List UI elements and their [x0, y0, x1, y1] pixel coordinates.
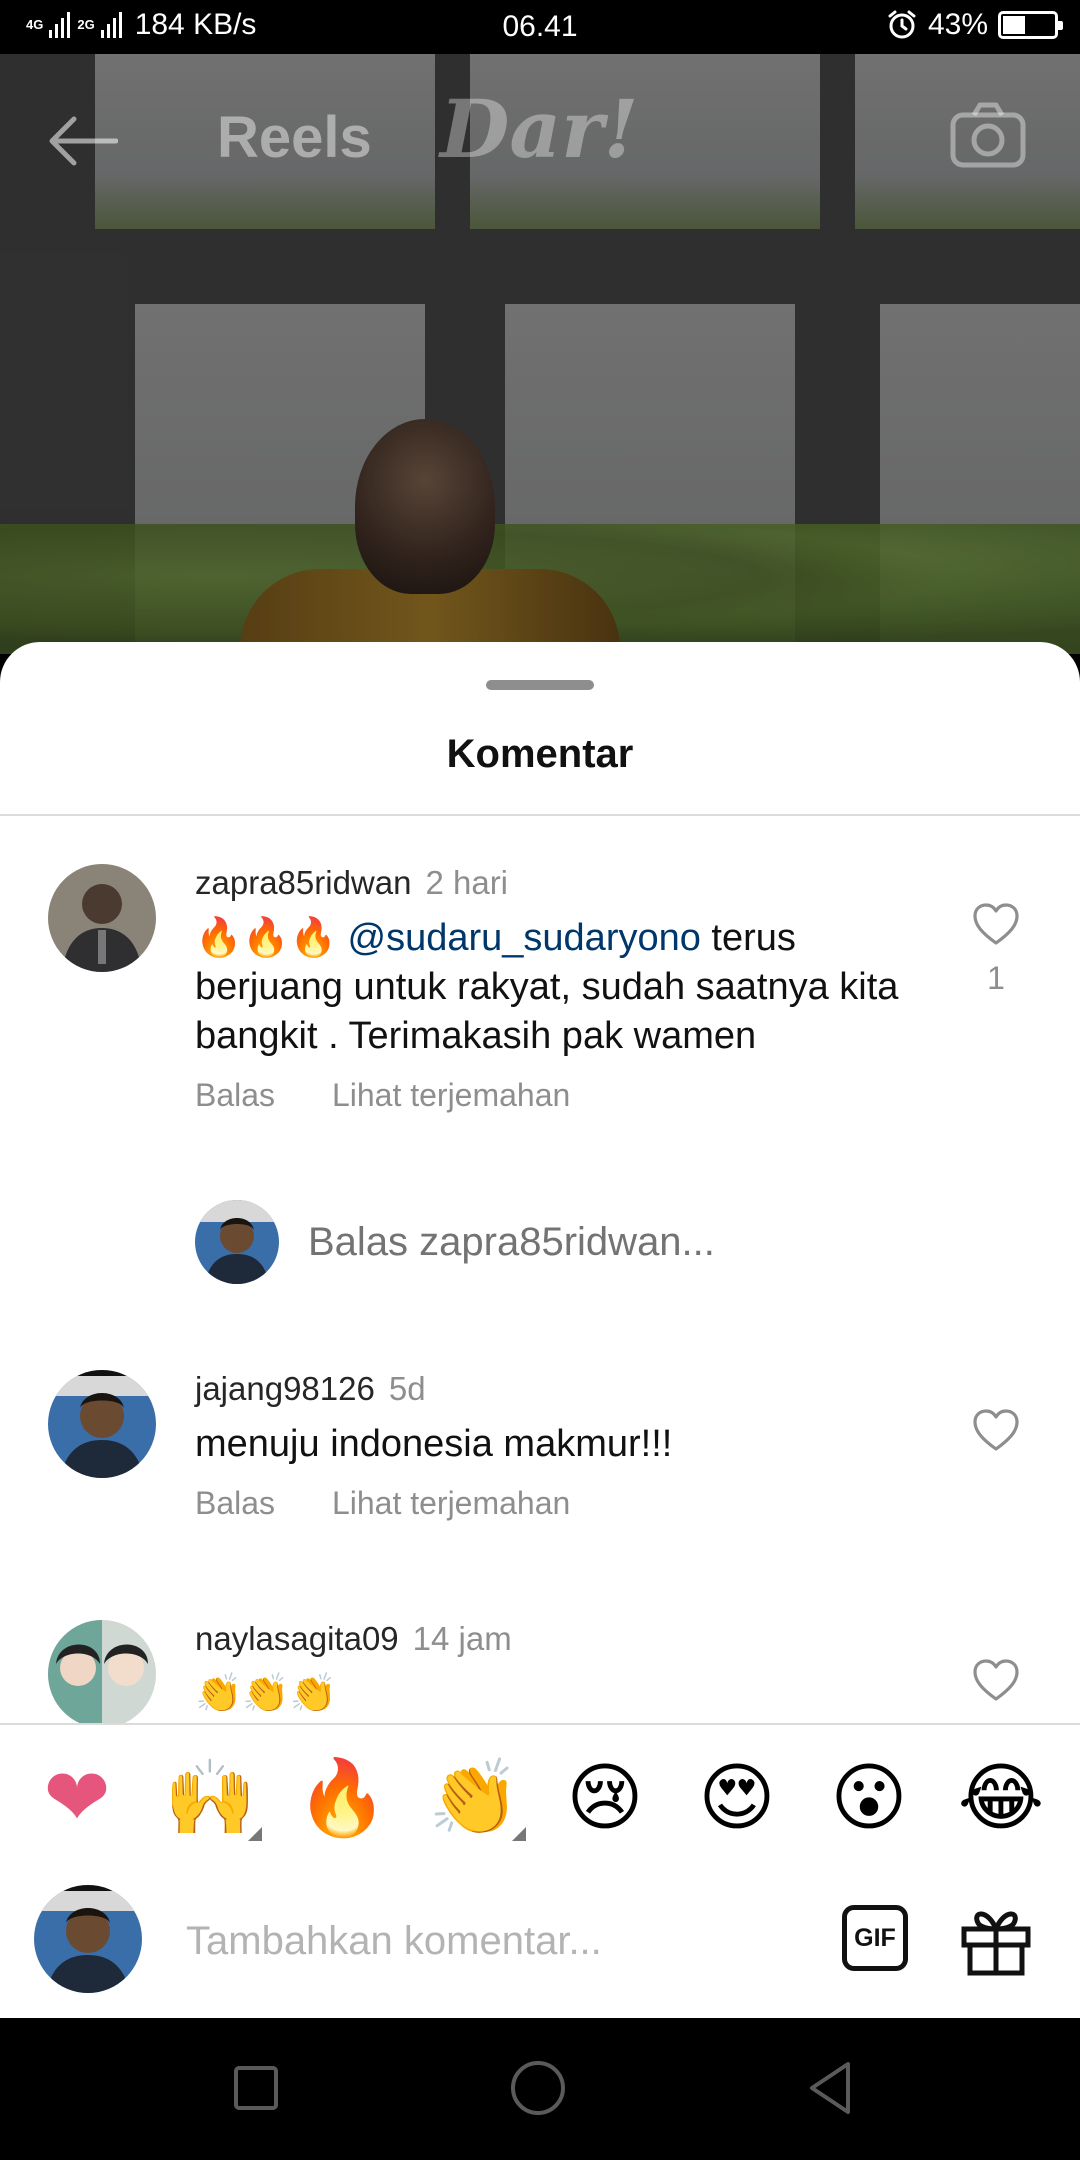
battery-percent: 43% — [927, 8, 988, 41]
camera-icon[interactable] — [950, 102, 1026, 168]
avatar-image — [48, 864, 156, 972]
triangle-back-icon[interactable] — [800, 2058, 860, 2118]
comment-username[interactable]: jajang98126 — [195, 1370, 375, 1407]
circle-home-icon[interactable] — [508, 2058, 568, 2118]
like-column — [965, 1658, 1027, 1716]
video-watermark: Dar! — [440, 82, 639, 176]
heart-outline-icon[interactable] — [972, 1658, 1020, 1702]
emoji-heart[interactable]: ❤ — [32, 1753, 122, 1843]
emoji-quick-bar: ❤ 🙌 🔥 👏 😢 😍 😮 😂 — [0, 1725, 1080, 1875]
emoji-fire[interactable]: 🔥 — [296, 1753, 388, 1843]
battery-level — [1003, 16, 1025, 34]
status-right: 43% — [886, 8, 1063, 42]
comment-body: zapra85ridwan 2 hari 🔥🔥🔥 @sudaru_sudaryon… — [195, 864, 915, 1114]
avatar — [34, 1885, 142, 1993]
reply-button[interactable]: Balas — [195, 1077, 275, 1113]
avatar[interactable] — [48, 1620, 156, 1728]
comment-emoji: 🔥🔥🔥 — [195, 917, 337, 959]
emoji-surprised[interactable]: 😮 — [824, 1753, 914, 1843]
reply-input-row[interactable]: Balas zapra85ridwan... — [195, 1200, 995, 1286]
arrow-left-icon[interactable] — [46, 116, 118, 166]
comment-text: menuju indonesia makmur!!! — [195, 1423, 673, 1465]
emoji-raising-hands[interactable]: 🙌 — [164, 1753, 262, 1843]
reply-placeholder[interactable]: Balas zapra85ridwan... — [308, 1220, 715, 1265]
sheet-title: Komentar — [446, 732, 634, 776]
divider — [0, 814, 1080, 816]
status-bar: 4G 2G 184 KB/s 06.41 43% — [0, 0, 1080, 54]
comment-body: naylasagita09 14 jam 👏👏👏 — [195, 1620, 915, 1719]
navigation-bar — [0, 2018, 1080, 2160]
comment-time: 14 jam — [412, 1620, 512, 1657]
like-column — [965, 1408, 1027, 1466]
add-comment-bar: GIF — [0, 1875, 1080, 2018]
avatar — [195, 1200, 279, 1284]
comment-time: 2 hari — [425, 864, 509, 901]
emoji-heart-eyes[interactable]: 😍 — [692, 1753, 782, 1843]
avatar-image — [48, 1620, 156, 1728]
like-column: 1 — [965, 902, 1027, 997]
battery-icon — [998, 11, 1063, 39]
add-comment-input[interactable] — [186, 1913, 666, 1969]
comment-sheet: Komentar zapra85ridwan 2 hari 🔥🔥🔥 @sudaru… — [0, 642, 1080, 2018]
drag-handle[interactable] — [486, 680, 594, 690]
comment-username[interactable]: zapra85ridwan — [195, 864, 411, 901]
heart-outline-icon[interactable] — [972, 1408, 1020, 1452]
alarm-icon — [888, 10, 916, 39]
reels-title: Reels — [217, 105, 372, 170]
heart-outline-icon[interactable] — [972, 902, 1020, 946]
reels-header: Reels Dar! — [0, 54, 1080, 224]
comment-mention[interactable]: @sudaru_sudaryono — [348, 917, 701, 959]
see-translation-button[interactable]: Lihat terjemahan — [332, 1077, 570, 1113]
reply-button[interactable]: Balas — [195, 1485, 275, 1521]
gift-icon[interactable] — [958, 1901, 1034, 1977]
avatar-image — [48, 1370, 156, 1478]
comment-username[interactable]: naylasagita09 — [195, 1620, 399, 1657]
avatar-image — [34, 1885, 142, 1993]
emoji-clapping[interactable]: 👏 — [428, 1753, 526, 1843]
comment-body: jajang98126 5d menuju indonesia makmur!!!… — [195, 1370, 915, 1522]
emoji-laughing[interactable]: 😂 — [956, 1753, 1046, 1843]
avatar[interactable] — [48, 1370, 156, 1478]
comment-text: 👏👏👏 — [195, 1673, 337, 1715]
comment-text: 🔥🔥🔥 @sudaru_sudaryono terus berjuang unt… — [195, 914, 915, 1061]
like-count: 1 — [987, 960, 1005, 996]
see-translation-button[interactable]: Lihat terjemahan — [332, 1485, 570, 1521]
square-recents-icon[interactable] — [226, 2058, 286, 2118]
avatar[interactable] — [48, 864, 156, 972]
avatar-image — [195, 1200, 279, 1284]
emoji-crying[interactable]: 😢 — [560, 1753, 650, 1843]
comment-time: 5d — [388, 1370, 426, 1407]
gif-button[interactable]: GIF — [842, 1905, 908, 1971]
